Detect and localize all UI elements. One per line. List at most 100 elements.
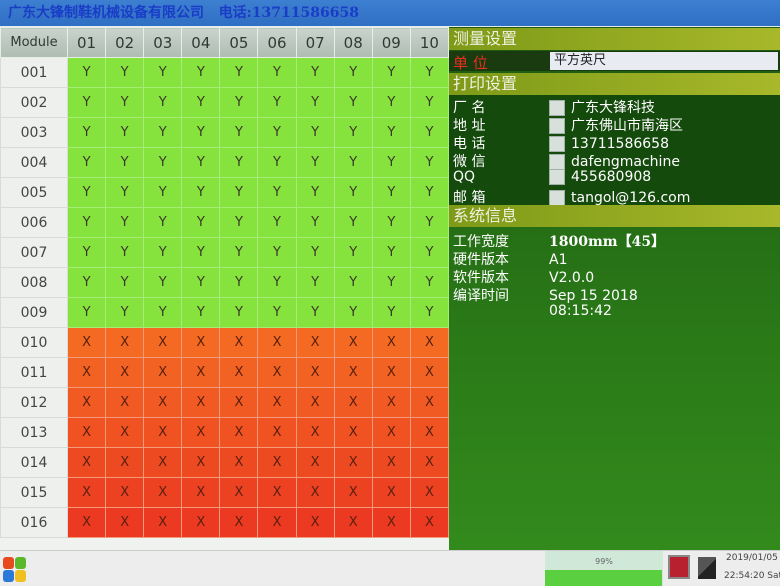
module-cell[interactable]: Y xyxy=(371,57,411,88)
print-checkbox[interactable] xyxy=(549,136,565,152)
module-cell[interactable]: Y xyxy=(257,177,297,208)
module-cell[interactable]: X xyxy=(105,477,145,508)
module-cell[interactable]: Y xyxy=(295,207,335,238)
module-cell[interactable]: X xyxy=(371,477,411,508)
module-cell[interactable]: Y xyxy=(219,267,259,298)
module-cell[interactable]: Y xyxy=(333,177,373,208)
module-cell[interactable]: Y xyxy=(181,117,221,148)
module-cell[interactable]: Y xyxy=(409,207,450,238)
module-cell[interactable]: X xyxy=(105,507,145,538)
module-cell[interactable]: Y xyxy=(219,207,259,238)
module-cell[interactable]: X xyxy=(333,447,373,478)
module-cell[interactable]: X xyxy=(181,357,221,388)
module-cell[interactable]: X xyxy=(333,327,373,358)
module-cell[interactable]: Y xyxy=(181,147,221,178)
module-cell[interactable]: Y xyxy=(371,267,411,298)
module-cell[interactable]: X xyxy=(181,447,221,478)
module-cell[interactable]: X xyxy=(143,477,183,508)
module-cell[interactable]: Y xyxy=(409,87,450,118)
unit-select[interactable]: 平方英尺 xyxy=(550,52,778,70)
module-cell[interactable]: X xyxy=(257,477,297,508)
module-cell[interactable]: X xyxy=(295,507,335,538)
module-cell[interactable]: Y xyxy=(295,57,335,88)
module-cell[interactable]: Y xyxy=(409,57,450,88)
module-cell[interactable]: Y xyxy=(257,57,297,88)
module-cell[interactable]: X xyxy=(143,507,183,538)
module-cell[interactable]: Y xyxy=(333,117,373,148)
module-cell[interactable]: Y xyxy=(143,177,183,208)
module-cell[interactable]: Y xyxy=(105,147,145,178)
module-cell[interactable]: X xyxy=(105,327,145,358)
module-cell[interactable]: Y xyxy=(105,207,145,238)
module-cell[interactable]: Y xyxy=(371,297,411,328)
module-cell[interactable]: X xyxy=(409,327,450,358)
module-cell[interactable]: Y xyxy=(409,177,450,208)
module-cell[interactable]: X xyxy=(409,507,450,538)
module-cell[interactable]: Y xyxy=(181,237,221,268)
sd-card-icon[interactable] xyxy=(668,555,690,579)
module-cell[interactable]: X xyxy=(143,327,183,358)
module-cell[interactable]: X xyxy=(105,447,145,478)
module-cell[interactable]: Y xyxy=(257,87,297,118)
module-cell[interactable]: Y xyxy=(409,117,450,148)
module-cell[interactable]: Y xyxy=(371,177,411,208)
module-cell[interactable]: X xyxy=(371,447,411,478)
module-cell[interactable]: X xyxy=(295,417,335,448)
module-cell[interactable]: X xyxy=(333,477,373,508)
module-cell[interactable]: Y xyxy=(295,87,335,118)
module-cell[interactable]: Y xyxy=(409,237,450,268)
module-cell[interactable]: X xyxy=(66,477,107,508)
module-cell[interactable]: X xyxy=(257,357,297,388)
module-cell[interactable]: X xyxy=(371,357,411,388)
module-cell[interactable]: Y xyxy=(66,237,107,268)
module-cell[interactable]: Y xyxy=(143,57,183,88)
module-cell[interactable]: X xyxy=(257,387,297,418)
module-cell[interactable]: X xyxy=(257,507,297,538)
module-cell[interactable]: Y xyxy=(295,117,335,148)
module-cell[interactable]: X xyxy=(295,447,335,478)
module-cell[interactable]: Y xyxy=(295,297,335,328)
module-cell[interactable]: Y xyxy=(295,267,335,298)
module-cell[interactable]: Y xyxy=(143,237,183,268)
module-cell[interactable]: Y xyxy=(333,57,373,88)
module-cell[interactable]: Y xyxy=(219,177,259,208)
module-cell[interactable]: X xyxy=(257,417,297,448)
module-cell[interactable]: X xyxy=(333,507,373,538)
module-cell[interactable]: X xyxy=(371,387,411,418)
module-cell[interactable]: Y xyxy=(371,237,411,268)
module-cell[interactable]: X xyxy=(295,477,335,508)
module-cell[interactable]: Y xyxy=(295,237,335,268)
module-cell[interactable]: X xyxy=(105,357,145,388)
module-cell[interactable]: Y xyxy=(105,297,145,328)
module-cell[interactable]: Y xyxy=(181,87,221,118)
module-cell[interactable]: X xyxy=(181,387,221,418)
module-cell[interactable]: X xyxy=(143,417,183,448)
module-cell[interactable]: Y xyxy=(66,147,107,178)
module-cell[interactable]: Y xyxy=(181,177,221,208)
print-checkbox[interactable] xyxy=(549,154,565,170)
module-cell[interactable]: X xyxy=(66,357,107,388)
module-cell[interactable]: X xyxy=(181,507,221,538)
module-cell[interactable]: X xyxy=(143,357,183,388)
module-cell[interactable]: Y xyxy=(371,117,411,148)
print-checkbox[interactable] xyxy=(549,118,565,134)
module-cell[interactable]: X xyxy=(66,447,107,478)
module-cell[interactable]: X xyxy=(409,447,450,478)
module-cell[interactable]: X xyxy=(333,387,373,418)
module-cell[interactable]: Y xyxy=(333,207,373,238)
module-cell[interactable]: X xyxy=(66,417,107,448)
module-cell[interactable]: X xyxy=(295,387,335,418)
module-cell[interactable]: X xyxy=(333,417,373,448)
module-cell[interactable]: Y xyxy=(257,147,297,178)
module-cell[interactable]: Y xyxy=(105,267,145,298)
module-cell[interactable]: X xyxy=(371,327,411,358)
module-cell[interactable]: X xyxy=(219,357,259,388)
module-cell[interactable]: Y xyxy=(143,207,183,238)
module-cell[interactable]: Y xyxy=(66,177,107,208)
module-cell[interactable]: Y xyxy=(66,117,107,148)
module-cell[interactable]: Y xyxy=(105,57,145,88)
module-cell[interactable]: Y xyxy=(257,117,297,148)
module-cell[interactable]: X xyxy=(105,417,145,448)
module-cell[interactable]: X xyxy=(143,447,183,478)
print-checkbox[interactable] xyxy=(549,100,565,116)
